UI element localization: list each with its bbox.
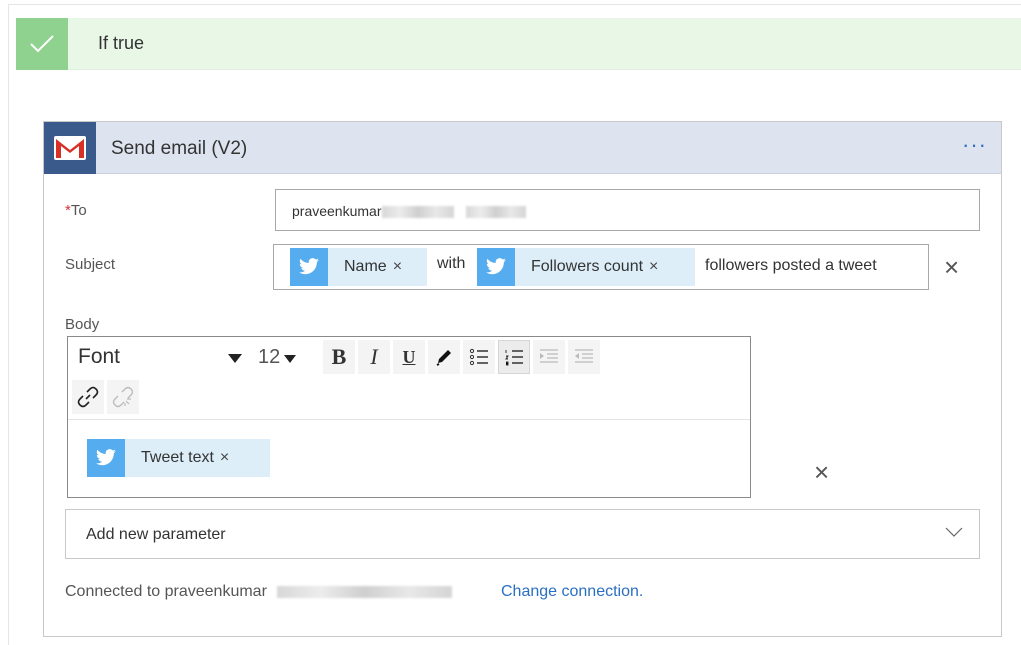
more-options-icon[interactable]: ··· [962,132,987,158]
subject-label: Subject [65,256,116,273]
action-header[interactable]: Send email (V2) ··· [44,122,1001,174]
change-connection-link[interactable]: Change connection. [501,583,643,601]
editor-divider [68,419,750,420]
underline-button[interactable]: U [393,340,425,374]
chevron-down-icon [945,524,963,542]
add-new-parameter-dropdown[interactable]: Add new parameter [65,509,980,559]
if-true-label: If true [98,33,145,53]
italic-icon: I [370,344,378,369]
remove-token-icon[interactable]: × [393,258,412,276]
outdent-button[interactable] [568,340,600,374]
remove-link-button[interactable] [107,380,139,414]
gmail-icon [44,122,96,174]
underline-icon: U [402,346,416,367]
clear-body-icon[interactable]: × [814,459,829,485]
subject-field[interactable]: Name × with Followers count × followers … [273,244,929,290]
editor-toolbar: Font 12 B I U [72,339,600,375]
subject-text-tail: followers posted a tweet [705,257,877,274]
numbered-list-button[interactable] [498,340,530,374]
token-name-label: Name [344,258,387,275]
bullet-list-button[interactable] [463,340,495,374]
font-dropdown[interactable]: Font [72,340,250,374]
if-true-header[interactable]: If true [16,18,1021,70]
twitter-icon [87,439,125,477]
editor-toolbar-row-2 [72,379,139,415]
numbered-list-icon [505,350,523,366]
bullet-list-icon [469,348,488,366]
redacted-text [276,585,452,598]
font-dropdown-label: Font [78,345,121,368]
send-email-card: Send email (V2) ··· *To praveenkumar Sub… [43,121,1002,637]
caret-down-icon [228,345,242,369]
token-tweet-text-label: Tweet text [141,449,214,466]
indent-button[interactable] [533,340,565,374]
remove-token-icon[interactable]: × [220,449,239,467]
bold-icon: B [331,344,347,369]
token-followers-count[interactable]: Followers count × [477,248,695,286]
add-new-parameter-label: Add new parameter [86,526,226,543]
font-size-dropdown[interactable]: 12 [250,340,320,374]
subject-text-with: with [437,255,466,272]
twitter-icon [477,248,515,286]
connection-status: Connected to praveenkumar [65,583,452,601]
to-label: *To [65,202,87,219]
to-label-text: To [70,202,87,219]
pen-icon [436,350,451,366]
insert-link-button[interactable] [72,380,104,414]
italic-button[interactable]: I [358,340,390,374]
twitter-icon [290,248,328,286]
indent-icon [540,349,558,363]
token-followers-count-label: Followers count [531,258,644,275]
to-field[interactable]: praveenkumar [275,189,980,231]
remove-token-icon[interactable]: × [649,258,668,276]
redacted-text [381,206,454,219]
body-label: Body [65,316,100,333]
connection-text: Connected to praveenkumar [65,583,267,600]
outdent-icon [575,349,593,363]
to-value: praveenkumar [292,203,382,219]
body-editor[interactable]: Font 12 B I U Tweet text × [67,336,751,498]
redacted-text [465,206,526,219]
unlink-icon [112,386,134,408]
checkmark-icon [16,18,68,70]
font-size-value: 12 [258,345,281,368]
action-title: Send email (V2) [111,138,248,159]
bold-button[interactable]: B [323,340,355,374]
clear-subject-icon[interactable]: × [944,254,959,280]
token-name[interactable]: Name × [290,248,427,286]
font-color-button[interactable] [428,340,460,374]
caret-down-icon [284,346,297,369]
token-tweet-text[interactable]: Tweet text × [87,439,270,477]
link-icon [77,386,99,408]
